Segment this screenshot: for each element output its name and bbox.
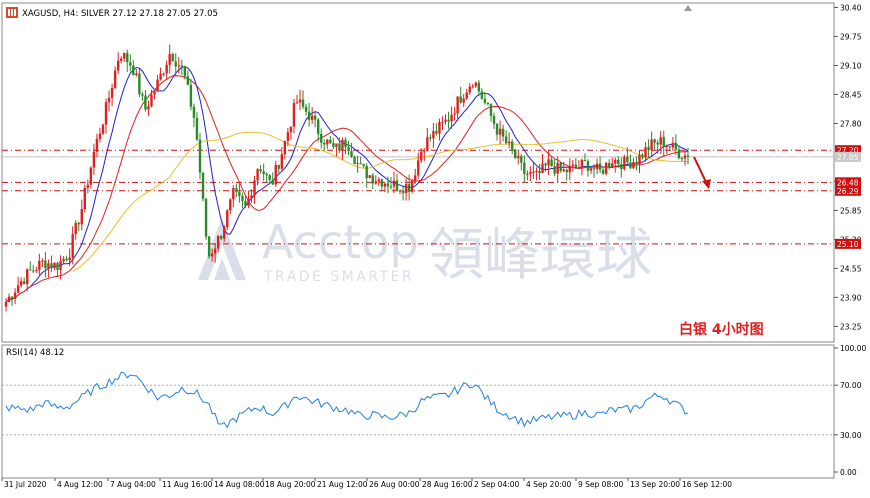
time-tick-label: 11 Aug 16:00 [162,480,213,489]
price-tick-label: 25.85 [840,206,862,215]
time-tick-label: 9 Sep 08:00 [578,480,624,489]
price-tick-label: 28.45 [840,90,862,99]
chart-annotation: 白银 4小时图 [679,321,764,338]
watermark-tagline: TRADE SMARTER [263,269,414,285]
time-tick-label: 18 Aug 20:00 [265,480,316,489]
time-tick-label: 21 Aug 12:00 [317,480,368,489]
price-tick-label: 24.55 [840,264,862,273]
candle [604,161,608,176]
candle [83,184,87,213]
rsi-header-text: RSI(14) 48.12 [6,348,64,358]
candle [201,172,205,202]
time-tick-label: 2 Sep 04:00 [474,480,520,489]
time-tick-label: 16 Sep 12:00 [682,480,732,489]
candle [368,175,371,179]
level-label: 25.10 [837,240,859,249]
rsi-plot-frame [1,344,835,479]
level-label: 26.29 [837,187,859,196]
time-tick-label: 4 Sep 20:00 [526,480,572,489]
symbol-header: XAGUSD, H4: SILVER 27.12 27.18 27.05 27.… [6,7,218,19]
symbol-header-text: XAGUSD, H4: SILVER 27.12 27.18 27.05 27.… [22,9,218,19]
price-tick-label: 29.10 [840,61,862,70]
price-tick-label: 23.25 [840,322,862,331]
price-tick-label: 30.40 [840,3,862,12]
rsi-axis: 100.00 70.00 30.00 0.00 [834,344,866,477]
time-tick-label: 26 Aug 00:00 [369,480,420,489]
price-tick-label: 29.75 [840,32,862,41]
candle [514,148,517,160]
rsi-tick-label: 100.00 [840,344,866,353]
price-tick-label: 27.80 [840,119,862,128]
level-price-labels: 27.2026.4826.2925.1027.05 [835,145,861,249]
candle [623,154,626,171]
rsi-tick-label: 30.00 [840,431,862,440]
time-tick-label: 4 Aug 12:00 [57,480,103,489]
rsi-tick-label: 0.00 [840,468,857,477]
watermark-brand: Acctop [262,215,419,269]
price-tick-label: 23.90 [840,293,862,302]
candle [207,235,211,259]
time-axis: 31 Jul 2020 4 Aug 12:00 7 Aug 04:00 11 Aug … [1,478,732,489]
candle [204,197,208,240]
time-tick-label: 28 Aug 16:00 [422,480,473,489]
price-chart[interactable]: Acctop 領峰環球 TRADE SMARTER XAGUSD, H4: SI… [0,0,870,494]
candle [274,161,277,188]
candle [198,132,202,180]
time-tick-label: 7 Aug 04:00 [110,480,156,489]
time-tick-label: 31 Jul 2020 [4,480,47,489]
current-price-label: 27.05 [837,153,859,162]
candle [101,123,105,136]
chart-window: Acctop 領峰環球 TRADE SMARTER XAGUSD, H4: SI… [0,0,870,494]
price-axis: 30.4029.7529.1028.4527.8026.5025.8525.20… [834,3,862,331]
time-tick-label: 13 Sep 20:00 [630,480,680,489]
rsi-tick-label: 70.00 [840,381,862,390]
watermark-chinese: 領峰環球 [428,223,652,288]
time-tick-label: 14 Aug 08:00 [214,480,265,489]
